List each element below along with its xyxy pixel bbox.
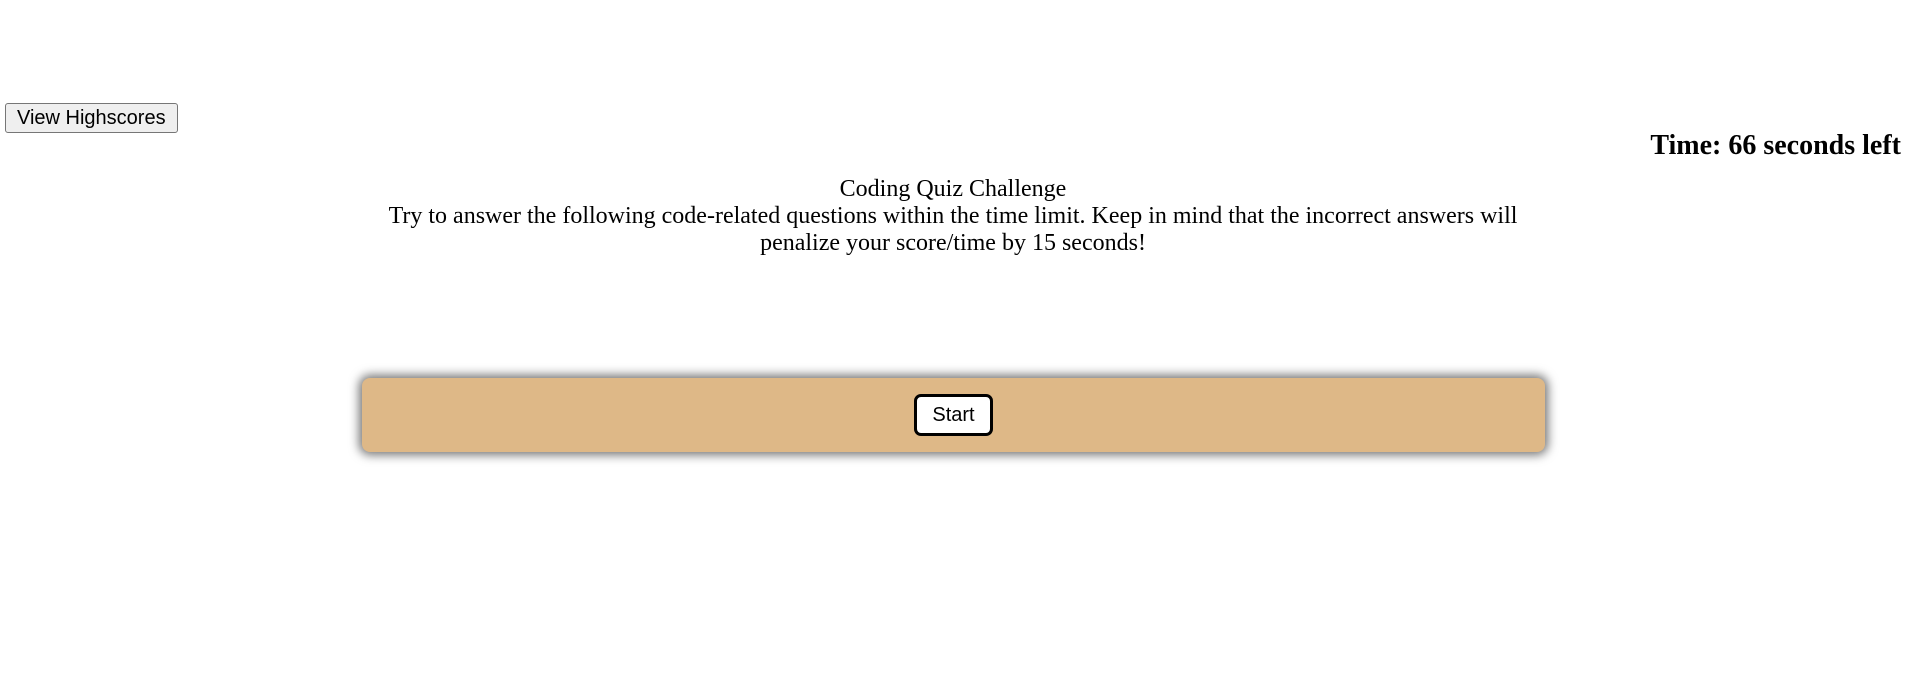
start-button[interactable]: Start (914, 394, 993, 436)
timer-display: Time: 66 seconds left (1650, 130, 1901, 161)
page-title: Coding Quiz Challenge (839, 176, 1067, 202)
view-highscores-button[interactable]: View Highscores (5, 103, 178, 133)
intro-section: Coding Quiz Challenge Try to answer the … (380, 176, 1526, 257)
instructions-text: Try to answer the following code-related… (388, 203, 1518, 256)
start-panel: Start (362, 378, 1545, 452)
quiz-page: View Highscores Time: 66 seconds left Co… (0, 0, 1909, 687)
